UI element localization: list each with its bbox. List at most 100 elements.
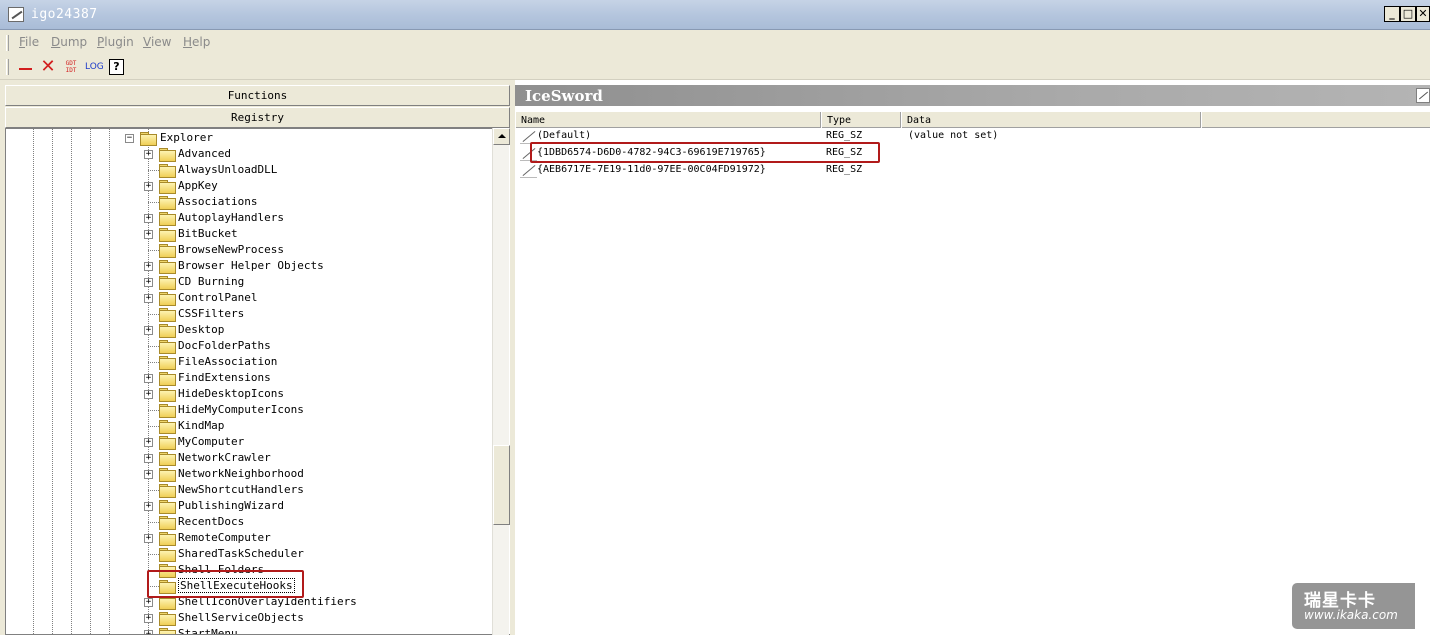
tree-node[interactable]: SharedTaskScheduler xyxy=(6,546,492,562)
tree-node-label[interactable]: NetworkCrawler xyxy=(178,451,271,464)
tree-node-label[interactable]: RemoteComputer xyxy=(178,531,271,544)
expand-icon[interactable]: + xyxy=(144,230,153,239)
tree-node-label[interactable]: BrowseNewProcess xyxy=(178,243,284,256)
tree-node-label[interactable]: Desktop xyxy=(178,323,224,336)
expand-icon[interactable]: + xyxy=(144,598,153,607)
tree-node[interactable]: NewShortcutHandlers xyxy=(6,482,492,498)
tree-node[interactable]: + BitBucket xyxy=(6,226,492,242)
tree-node-label[interactable]: KindMap xyxy=(178,419,224,432)
expand-icon[interactable]: + xyxy=(144,374,153,383)
expand-icon[interactable]: + xyxy=(144,438,153,447)
tree-node-label[interactable]: NewShortcutHandlers xyxy=(178,483,304,496)
tree-node[interactable]: + ControlPanel xyxy=(6,290,492,306)
tree-node[interactable]: KindMap xyxy=(6,418,492,434)
tree-node-label[interactable]: FindExtensions xyxy=(178,371,271,384)
expand-icon[interactable]: + xyxy=(144,502,153,511)
collapse-icon[interactable]: − xyxy=(125,134,134,143)
tree-node[interactable]: FileAssociation xyxy=(6,354,492,370)
terminate-icon[interactable]: ✕ xyxy=(39,58,57,76)
minimize-button[interactable]: _ xyxy=(1384,6,1400,22)
delete-icon[interactable] xyxy=(17,59,35,76)
expand-icon[interactable]: + xyxy=(144,454,153,463)
column-data[interactable]: Data xyxy=(901,112,1201,128)
registry-button[interactable]: Registry xyxy=(5,107,510,128)
menu-help[interactable]: Help xyxy=(183,35,210,49)
expand-icon[interactable]: + xyxy=(144,390,153,399)
tree-node-label[interactable]: SharedTaskScheduler xyxy=(178,547,304,560)
expand-icon[interactable]: + xyxy=(144,294,153,303)
tree-node[interactable]: + Browser Helper Objects xyxy=(6,258,492,274)
tree-node-label[interactable]: DocFolderPaths xyxy=(178,339,271,352)
expand-icon[interactable]: + xyxy=(144,534,153,543)
tree-node[interactable]: + ShellServiceObjects xyxy=(6,610,492,626)
tree-node[interactable]: + NetworkCrawler xyxy=(6,450,492,466)
tree-node-label[interactable]: CSSFilters xyxy=(178,307,244,320)
expand-icon[interactable]: + xyxy=(144,214,153,223)
tree-node[interactable]: RecentDocs xyxy=(6,514,492,530)
tree-node-label[interactable]: AutoplayHandlers xyxy=(178,211,284,224)
tree-node[interactable]: + AppKey xyxy=(6,178,492,194)
tree-node-label[interactable]: Advanced xyxy=(178,147,231,160)
log-icon[interactable]: LOG xyxy=(85,59,105,76)
expand-icon[interactable]: + xyxy=(144,470,153,479)
tree-node-label[interactable]: Browser Helper Objects xyxy=(178,259,324,272)
help-icon[interactable]: ? xyxy=(109,59,124,75)
tree-node-label[interactable]: AppKey xyxy=(178,179,218,192)
tree-node-label[interactable]: ControlPanel xyxy=(178,291,257,304)
expand-icon[interactable]: + xyxy=(144,326,153,335)
tree-node-label[interactable]: HideDesktopIcons xyxy=(178,387,284,400)
gdt-idt-icon[interactable]: GDT IDT xyxy=(62,60,80,77)
scroll-up-arrow-icon[interactable] xyxy=(493,128,510,145)
tree-node-label[interactable]: AlwaysUnloadDLL xyxy=(178,163,277,176)
column-name[interactable]: Name xyxy=(515,112,821,128)
tree-node[interactable]: + HideDesktopIcons xyxy=(6,386,492,402)
tree-node[interactable]: CSSFilters xyxy=(6,306,492,322)
tree-node-label[interactable]: HideMyComputerIcons xyxy=(178,403,304,416)
tree-node[interactable]: + AutoplayHandlers xyxy=(6,210,492,226)
tree-node[interactable]: DocFolderPaths xyxy=(6,338,492,354)
tree-node-label[interactable]: FileAssociation xyxy=(178,355,277,368)
registry-tree[interactable]: − Explorer + Advanced AlwaysUnloadDLL + AppKey… xyxy=(5,128,510,635)
pane-corner-icon[interactable] xyxy=(1416,88,1430,103)
menu-view[interactable]: View xyxy=(143,35,171,49)
tree-node[interactable]: + NetworkNeighborhood xyxy=(6,466,492,482)
tree-node[interactable]: + CD Burning xyxy=(6,274,492,290)
tree-node-label[interactable]: RecentDocs xyxy=(178,515,244,528)
expand-icon[interactable]: + xyxy=(144,262,153,271)
tree-node[interactable]: + MyComputer xyxy=(6,434,492,450)
list-row[interactable]: {AEB6717E-7E19-11d0-97EE-00C04FD91972} R… xyxy=(515,163,1430,180)
tree-node[interactable]: + FindExtensions xyxy=(6,370,492,386)
tree-node-label[interactable]: NetworkNeighborhood xyxy=(178,467,304,480)
tree-node-label[interactable]: Explorer xyxy=(160,131,213,144)
tree-node[interactable]: + PublishingWizard xyxy=(6,498,492,514)
tree-node-label[interactable]: PublishingWizard xyxy=(178,499,284,512)
tree-node-label[interactable]: BitBucket xyxy=(178,227,238,240)
tree-node[interactable]: AlwaysUnloadDLL xyxy=(6,162,492,178)
tree-node-label[interactable]: ShellServiceObjects xyxy=(178,611,304,624)
column-type[interactable]: Type xyxy=(821,112,901,128)
maximize-button[interactable]: □ xyxy=(1400,6,1416,22)
tree-node[interactable]: + RemoteComputer xyxy=(6,530,492,546)
expand-icon[interactable]: + xyxy=(144,278,153,287)
tree-node[interactable]: Associations xyxy=(6,194,492,210)
expand-icon[interactable]: + xyxy=(144,630,153,634)
tree-scrollbar[interactable] xyxy=(492,128,510,635)
tree-node-label[interactable]: StartMenu xyxy=(178,627,238,634)
menu-plugin[interactable]: Plugin xyxy=(97,35,134,49)
tree-node[interactable]: + Advanced xyxy=(6,146,492,162)
expand-icon[interactable]: + xyxy=(144,614,153,623)
tree-node[interactable]: + Desktop xyxy=(6,322,492,338)
menu-dump[interactable]: Dump xyxy=(51,35,87,49)
tree-node[interactable]: + StartMenu xyxy=(6,626,492,634)
tree-node-label[interactable]: Associations xyxy=(178,195,257,208)
tree-node-label[interactable]: CD Burning xyxy=(178,275,244,288)
functions-button[interactable]: Functions xyxy=(5,85,510,106)
menu-file[interactable]: File xyxy=(19,35,39,49)
tree-node[interactable]: HideMyComputerIcons xyxy=(6,402,492,418)
tree-node-label[interactable]: MyComputer xyxy=(178,435,244,448)
expand-icon[interactable]: + xyxy=(144,182,153,191)
scroll-thumb[interactable] xyxy=(493,445,510,525)
tree-node[interactable]: − Explorer xyxy=(6,130,492,146)
tree-node[interactable]: BrowseNewProcess xyxy=(6,242,492,258)
close-button[interactable]: ✕ xyxy=(1416,6,1430,22)
